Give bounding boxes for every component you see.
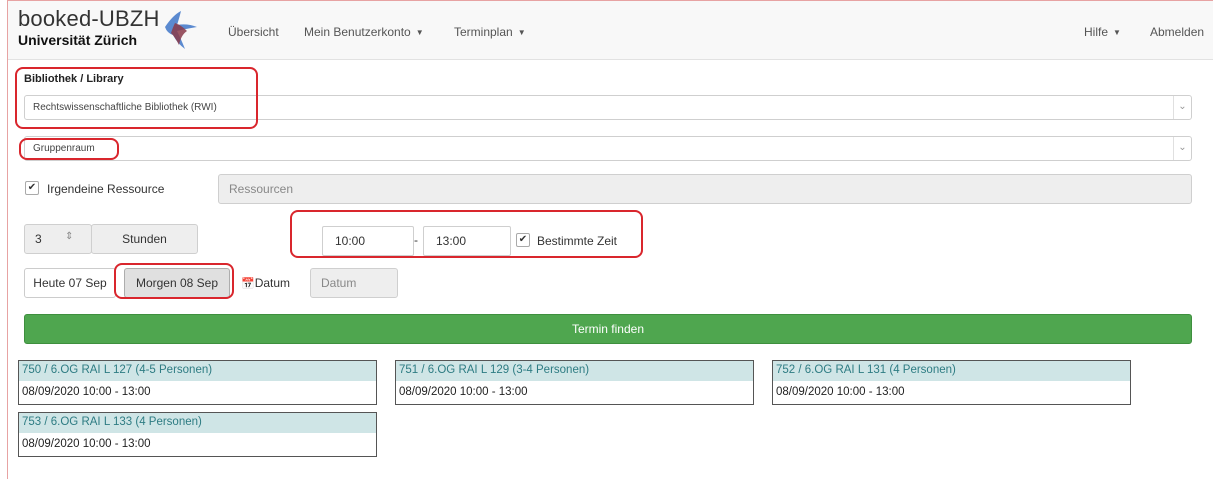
- check-icon: ✔: [27, 182, 37, 193]
- nav-account-label: Mein Benutzerkonto: [304, 25, 411, 39]
- result-title: 750 / 6.OG RAI L 127 (4-5 Personen): [19, 361, 376, 381]
- nav-schedule-label: Terminplan: [454, 25, 513, 39]
- date-input-placeholder: Datum: [321, 276, 357, 290]
- date-button[interactable]: 📅Datum: [241, 276, 290, 290]
- brand-title: booked-UBZH: [18, 6, 160, 31]
- result-title: 751 / 6.OG RAI L 129 (3-4 Personen): [396, 361, 753, 381]
- nav-account[interactable]: Mein Benutzerkonto ▼: [304, 25, 424, 39]
- duration-value: 3: [35, 232, 42, 246]
- duration-stepper[interactable]: 3 ⇕: [24, 224, 92, 254]
- result-title: 753 / 6.OG RAI L 133 (4 Personen): [19, 413, 376, 433]
- result-card[interactable]: 751 / 6.OG RAI L 129 (3-4 Personen) 08/0…: [395, 360, 754, 405]
- highlight-library: [15, 67, 258, 129]
- result-time: 08/09/2020 10:00 - 13:00: [22, 386, 151, 398]
- highlight-room-type: [19, 138, 119, 160]
- date-button-label: Datum: [254, 276, 291, 290]
- calendar-icon: 📅: [241, 278, 255, 290]
- highlight-tomorrow: [114, 263, 234, 299]
- result-card[interactable]: 753 / 6.OG RAI L 133 (4 Personen) 08/09/…: [18, 412, 377, 457]
- duration-unit: Stunden: [91, 224, 198, 254]
- any-resource-checkbox[interactable]: ✔: [25, 181, 39, 195]
- nav-logout[interactable]: Abmelden: [1150, 25, 1204, 39]
- top-navbar: booked-UBZH Universität Zürich Übersicht…: [8, 1, 1213, 60]
- nav-schedule[interactable]: Terminplan ▼: [454, 25, 526, 39]
- today-button[interactable]: Heute 07 Sep: [24, 268, 116, 298]
- room-type-select[interactable]: Gruppenraum ⌄: [24, 136, 1192, 161]
- chevron-down-icon: ⌄: [1173, 137, 1191, 160]
- result-card[interactable]: 752 / 6.OG RAI L 131 (4 Personen) 08/09/…: [772, 360, 1131, 405]
- result-card[interactable]: 750 / 6.OG RAI L 127 (4-5 Personen) 08/0…: [18, 360, 377, 405]
- nav-help-label: Hilfe: [1084, 25, 1109, 39]
- resources-input[interactable]: Ressourcen: [218, 174, 1192, 204]
- chevron-down-icon: ⌄: [1173, 96, 1191, 119]
- any-resource-label: Irgendeine Ressource: [47, 182, 165, 196]
- uzh-logo-icon: [165, 11, 197, 49]
- find-appointment-button[interactable]: Termin finden: [24, 314, 1192, 344]
- result-time: 08/09/2020 10:00 - 13:00: [399, 386, 528, 398]
- spinner-icon[interactable]: ⇕: [65, 231, 73, 242]
- highlight-time: [290, 210, 643, 258]
- brand-subtitle: Universität Zürich: [18, 32, 138, 48]
- nav-overview[interactable]: Übersicht: [228, 25, 279, 39]
- result-time: 08/09/2020 10:00 - 13:00: [776, 386, 905, 398]
- result-time: 08/09/2020 10:00 - 13:00: [22, 438, 151, 450]
- brand[interactable]: booked-UBZH Universität Zürich: [18, 6, 160, 49]
- caret-down-icon: ▼: [415, 28, 424, 37]
- result-title: 752 / 6.OG RAI L 131 (4 Personen): [773, 361, 1130, 381]
- caret-down-icon: ▼: [1113, 28, 1121, 37]
- date-input[interactable]: Datum: [310, 268, 398, 298]
- nav-help[interactable]: Hilfe ▼: [1084, 25, 1121, 39]
- resources-placeholder: Ressourcen: [229, 182, 294, 196]
- caret-down-icon: ▼: [517, 28, 526, 37]
